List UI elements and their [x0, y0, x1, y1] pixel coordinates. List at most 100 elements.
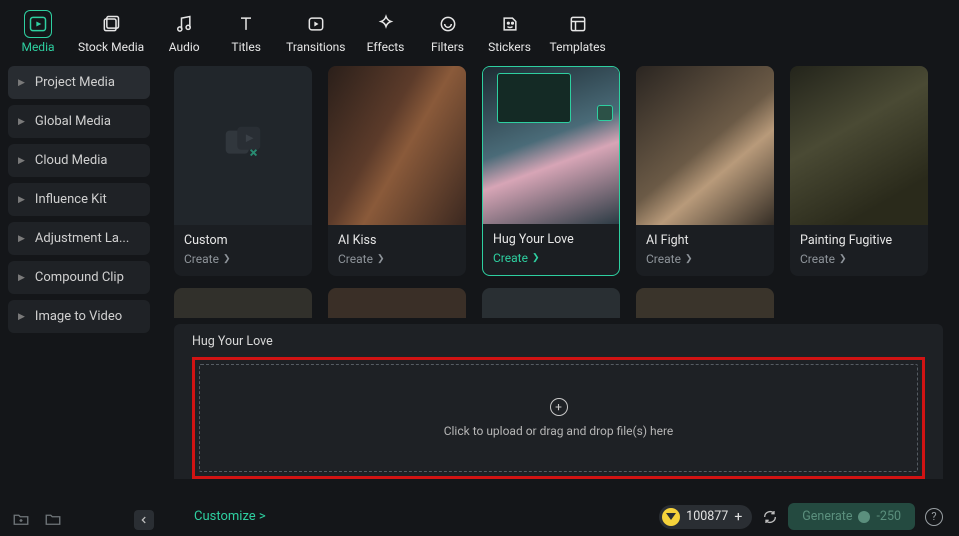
bottom-bar: Customize > 100877 + Generate -250 ?	[178, 503, 959, 530]
highlight-annotation: + Click to upload or drag and drop file(…	[192, 357, 925, 479]
coin-small-icon	[858, 511, 870, 523]
tab-label: Transitions	[286, 40, 345, 54]
preview-frame-icon	[497, 73, 571, 123]
card-partial[interactable]	[174, 288, 312, 318]
stock-media-icon	[101, 14, 121, 34]
sidebar-item-project-media[interactable]: ▶Project Media	[8, 66, 150, 99]
tab-label: Audio	[169, 40, 200, 54]
tab-label: Stickers	[488, 40, 531, 54]
thumbnail-image	[790, 66, 928, 225]
tab-effects[interactable]: Effects	[364, 10, 408, 54]
card-custom[interactable]: Custom Create❯	[174, 66, 312, 276]
media-icon	[28, 14, 48, 34]
tab-label: Stock Media	[78, 40, 144, 54]
upload-panel: Hug Your Love + Click to upload or drag …	[174, 324, 943, 479]
customize-link[interactable]: Customize >	[194, 509, 266, 524]
sidebar-item-compound-clip[interactable]: ▶ Compound Clip	[8, 261, 150, 294]
chevron-right-icon: ❯	[223, 254, 231, 264]
chevron-right-icon: ❯	[532, 253, 540, 263]
sidebar-item-cloud-media[interactable]: ▶ Cloud Media	[8, 144, 150, 177]
tab-stickers[interactable]: Stickers	[488, 10, 532, 54]
upload-dropzone[interactable]: + Click to upload or drag and drop file(…	[199, 364, 918, 472]
card-create-link[interactable]: Create❯	[493, 251, 609, 265]
coin-icon	[662, 508, 680, 526]
templates-icon	[568, 14, 588, 34]
credits-count: 100877	[686, 509, 728, 524]
chevron-left-icon	[139, 515, 149, 525]
effects-icon	[376, 14, 396, 34]
upload-instruction-text: Click to upload or drag and drop file(s)…	[444, 424, 674, 438]
transitions-icon	[306, 14, 326, 34]
folder-icon[interactable]	[44, 510, 62, 528]
tab-media[interactable]: Media	[16, 10, 60, 54]
generate-label: Generate	[802, 509, 852, 524]
tab-titles[interactable]: Titles	[224, 10, 268, 54]
top-nav: Media Stock Media Audio Titles Transitio…	[0, 0, 959, 58]
refresh-icon[interactable]	[762, 509, 778, 525]
collapse-sidebar-button[interactable]	[134, 510, 154, 530]
new-folder-icon[interactable]	[12, 510, 30, 528]
tab-templates[interactable]: Templates	[550, 10, 606, 54]
sidebar-item-label: Global Media	[35, 114, 111, 129]
filters-icon	[438, 14, 458, 34]
tab-label: Filters	[431, 40, 464, 54]
card-partial[interactable]	[482, 288, 620, 318]
thumbnail-image	[636, 66, 774, 225]
plus-circle-icon: +	[550, 398, 568, 416]
upload-panel-title: Hug Your Love	[192, 334, 925, 349]
sidebar-item-image-to-video[interactable]: ▶Image to Video	[8, 300, 150, 333]
card-ai-kiss[interactable]: AI Kiss Create❯	[328, 66, 466, 276]
card-partial[interactable]	[636, 288, 774, 318]
chevron-right-icon: ▶	[18, 195, 25, 205]
card-title: Hug Your Love	[493, 232, 609, 247]
download-icon[interactable]	[597, 105, 613, 121]
card-partial[interactable]	[328, 288, 466, 318]
tab-stock-media[interactable]: Stock Media	[78, 10, 144, 54]
sidebar-item-label: Cloud Media	[35, 153, 108, 168]
add-credits-button[interactable]: +	[734, 509, 742, 525]
tab-transitions[interactable]: Transitions	[286, 10, 345, 54]
sidebar-item-label: Influence Kit	[35, 192, 107, 207]
thumbnail-image	[328, 66, 466, 225]
card-hug-your-love[interactable]: Hug Your Love Create❯	[482, 66, 620, 276]
card-create-link[interactable]: Create❯	[338, 252, 456, 266]
chevron-right-icon: ❯	[685, 254, 693, 264]
tab-filters[interactable]: Filters	[426, 10, 470, 54]
sidebar-item-global-media[interactable]: ▶ Global Media	[8, 105, 150, 138]
chevron-right-icon: ❯	[839, 254, 847, 264]
template-grid-row2	[174, 288, 943, 318]
card-ai-fight[interactable]: AI Fight Create❯	[636, 66, 774, 276]
card-title: AI Kiss	[338, 233, 456, 248]
tab-audio[interactable]: Audio	[162, 10, 206, 54]
chevron-right-icon: ❯	[377, 254, 385, 264]
content-area: Custom Create❯ AI Kiss Create❯ Hug	[158, 58, 959, 534]
credits-display[interactable]: 100877 +	[659, 505, 752, 529]
card-painting-fugitive[interactable]: Painting Fugitive Create❯	[790, 66, 928, 276]
chevron-right-icon: ▶	[18, 273, 25, 283]
card-create-link[interactable]: Create❯	[184, 252, 302, 266]
card-create-link[interactable]: Create❯	[800, 252, 918, 266]
sidebar-item-label: Adjustment La...	[35, 231, 129, 246]
sidebar: ▶Project Media ▶ Global Media ▶ Cloud Medi…	[0, 58, 158, 534]
tab-label: Effects	[367, 40, 405, 54]
help-button[interactable]: ?	[925, 508, 943, 526]
chevron-right-icon: ▶	[18, 234, 25, 244]
chevron-right-icon: ▶	[18, 312, 25, 322]
sidebar-item-adjustment-layer[interactable]: ▶ Adjustment La...	[8, 222, 150, 255]
chevron-right-icon: ▶	[18, 156, 25, 166]
card-title: Custom	[184, 233, 302, 248]
generate-button[interactable]: Generate -250	[788, 503, 915, 530]
tab-label: Titles	[231, 40, 260, 54]
card-create-link[interactable]: Create❯	[646, 252, 764, 266]
sidebar-item-label: Compound Clip	[35, 270, 124, 285]
template-grid: Custom Create❯ AI Kiss Create❯ Hug	[174, 66, 943, 276]
chevron-right-icon: ▶	[18, 117, 25, 127]
sidebar-bottom-tools	[12, 510, 62, 528]
card-title: Painting Fugitive	[800, 233, 918, 248]
custom-placeholder-icon	[220, 121, 266, 171]
tab-label: Media	[21, 40, 54, 54]
stickers-icon	[500, 14, 520, 34]
titles-icon	[236, 14, 256, 34]
tab-label: Templates	[550, 40, 606, 54]
sidebar-item-influence-kit[interactable]: ▶ Influence Kit	[8, 183, 150, 216]
